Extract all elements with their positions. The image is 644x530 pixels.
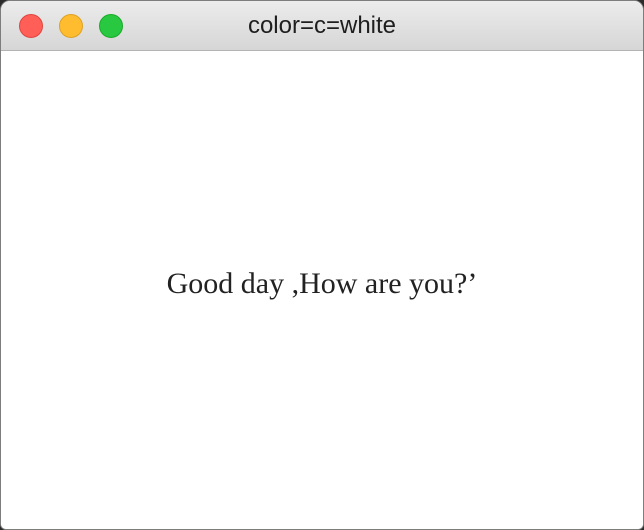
app-window: color=c=white Good day ,How are you?’ — [0, 0, 644, 530]
title-bar[interactable]: color=c=white — [1, 1, 643, 51]
window-title: color=c=white — [247, 12, 397, 39]
greeting-label: Good day ,How are you?’ — [166, 267, 478, 300]
content-area: Good day ,How are you?’ — [1, 51, 643, 529]
